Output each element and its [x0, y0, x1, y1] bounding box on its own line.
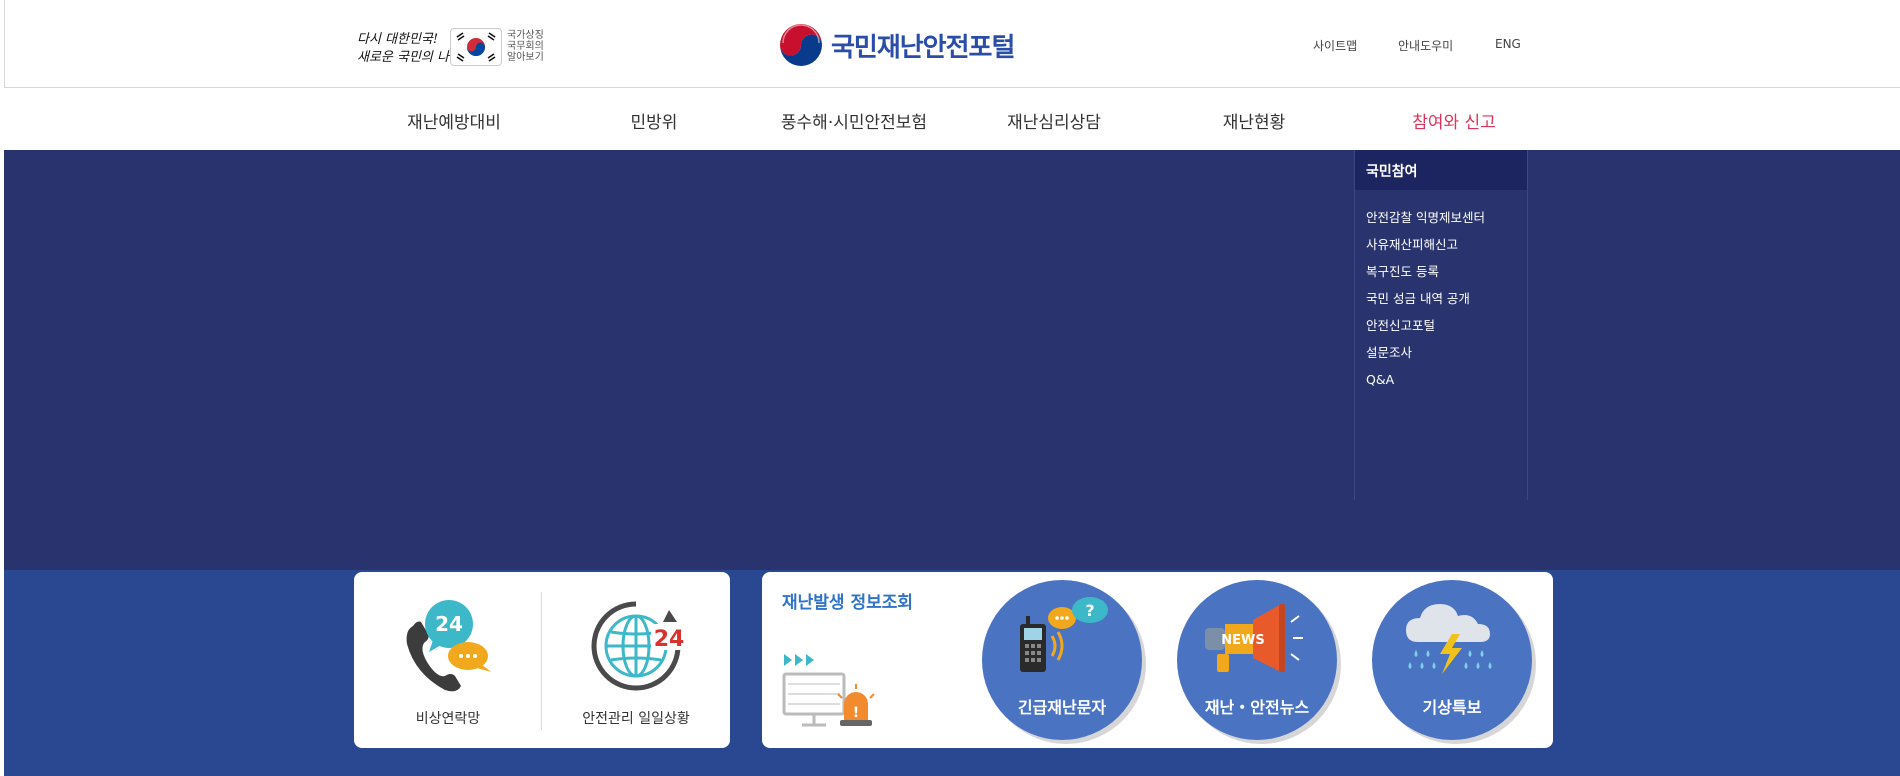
daily-safety-status-service[interactable]: 24 안전관리 일일상황	[546, 596, 726, 728]
nav-item-disaster-status[interactable]: 재난현황	[1154, 108, 1354, 133]
card-divider	[541, 592, 542, 730]
disaster-info-card: 재난발생 정보조회 ! ? 긴급재난문자 NEWS 재난・안전뉴스 기상특보	[762, 572, 1553, 748]
submenu-item[interactable]: 안전신고포털	[1366, 312, 1516, 339]
mega-menu-panel: 국민참여 안전감찰 익명제보센터 사유재산피해신고 복구진도 등록 국민 성금 …	[4, 150, 1900, 570]
emergency-text-alert-button[interactable]: ? 긴급재난문자	[982, 580, 1142, 740]
daily-safety-status-label: 안전관리 일일상황	[582, 711, 690, 727]
disaster-info-title: 재난발생 정보조회	[782, 593, 914, 613]
nav-item-participation[interactable]: 참여와 신고	[1354, 108, 1554, 133]
weather-warning-button[interactable]: 기상특보	[1372, 580, 1532, 740]
submenu-column: 국민참여 안전감찰 익명제보센터 사유재산피해신고 복구진도 등록 국민 성금 …	[1354, 150, 1528, 500]
svg-text:?: ?	[1085, 601, 1094, 620]
flag-caption-line: 알아보기	[507, 52, 544, 63]
news-megaphone-icon: NEWS	[1205, 604, 1303, 672]
submenu-list: 안전감찰 익명제보센터 사유재산피해신고 복구진도 등록 국민 성금 내역 공개…	[1355, 190, 1527, 393]
monitor-alert-icon: !	[782, 654, 875, 727]
guide-helper-link[interactable]: 안내도우미	[1398, 37, 1453, 54]
slogan-line1: 다시 대한민국!	[357, 32, 438, 47]
submenu-title[interactable]: 국민참여	[1355, 150, 1527, 190]
submenu-item[interactable]: 설문조사	[1366, 339, 1516, 366]
site-header: 다시 대한민국! 새로운 국민의 나라 국가상징 국무회의 알아보기 국민재난안…	[4, 0, 1900, 88]
emergency-radio-icon: ?	[1020, 597, 1108, 672]
slogan-line2: 새로운 국민의 나라	[357, 50, 450, 65]
emergency-contact-label: 비상연락망	[415, 711, 481, 727]
submenu-item[interactable]: Q&A	[1366, 366, 1516, 393]
nav-item-insurance[interactable]: 풍수해·시민안전보험	[754, 108, 954, 133]
nav-item-civil-defense[interactable]: 민방위	[554, 108, 754, 133]
submenu-item[interactable]: 복구진도 등록	[1366, 258, 1516, 285]
emergency-contact-service[interactable]: 24 비상연락망	[358, 596, 538, 728]
nav-item-counseling[interactable]: 재난심리상담	[954, 108, 1154, 133]
submenu-item[interactable]: 안전감찰 익명제보센터	[1366, 204, 1516, 231]
government-emblem-icon	[780, 24, 822, 66]
storm-cloud-icon	[1406, 604, 1492, 674]
flag-caption-line: 국가상징	[507, 30, 544, 41]
taegukgi-icon[interactable]	[450, 28, 502, 66]
svg-text:24: 24	[435, 612, 463, 636]
news-icon-text: NEWS	[1221, 633, 1264, 648]
weather-warning-label: 기상특보	[1422, 698, 1482, 717]
disaster-news-button[interactable]: NEWS 재난・안전뉴스	[1177, 580, 1337, 740]
svg-text:!: !	[853, 705, 859, 721]
site-title: 국민재난안전포털	[831, 32, 1015, 63]
submenu-item[interactable]: 국민 성금 내역 공개	[1366, 285, 1516, 312]
submenu-item[interactable]: 사유재산피해신고	[1366, 231, 1516, 258]
national-symbol-caption[interactable]: 국가상징 국무회의 알아보기	[507, 30, 567, 63]
main-nav: 재난예방대비 민방위 풍수해·시민안전보험 재난심리상담 재난현황 참여와 신고	[4, 88, 1900, 150]
emergency-text-alert-label: 긴급재난문자	[1017, 698, 1107, 717]
flag-caption-line: 국무회의	[507, 41, 544, 52]
sitemap-link[interactable]: 사이트맵	[1313, 37, 1357, 54]
nav-item-disaster-prevention[interactable]: 재난예방대비	[354, 108, 554, 133]
phone-24-icon: 24	[406, 600, 491, 692]
english-link[interactable]: ENG	[1495, 37, 1521, 51]
quick-service-card: 24 비상연락망 24 안전관리 일일상황	[354, 572, 730, 748]
svg-text:24: 24	[654, 627, 685, 652]
disaster-news-label: 재난・안전뉴스	[1204, 698, 1310, 717]
globe-24-icon: 24	[591, 601, 687, 691]
site-logo[interactable]: 국민재난안전포털	[779, 22, 1015, 68]
